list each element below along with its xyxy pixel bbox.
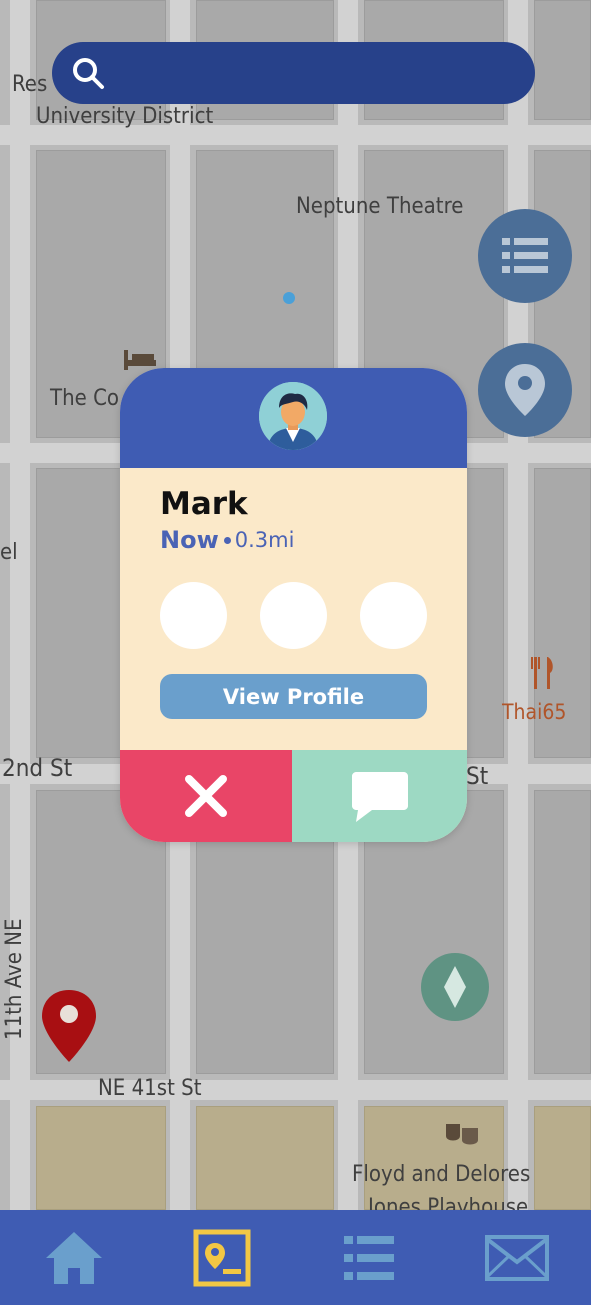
map-block xyxy=(534,1106,591,1210)
status-dot xyxy=(223,536,231,544)
home-icon xyxy=(45,1231,102,1284)
map-profile-icon xyxy=(193,1229,251,1286)
view-profile-button[interactable]: View Profile xyxy=(160,674,427,719)
map-label: Res xyxy=(12,72,48,97)
map-label: NE 41st St xyxy=(98,1076,202,1101)
card-body: Mark Now 0.3mi View Profile xyxy=(120,468,467,719)
card-header xyxy=(120,368,467,468)
map-label: St xyxy=(466,762,489,790)
map-block xyxy=(36,1106,166,1210)
map-block xyxy=(534,790,591,1074)
mail-icon xyxy=(485,1234,550,1281)
interest-circle[interactable] xyxy=(160,582,227,649)
avatar[interactable] xyxy=(259,382,327,450)
map-block xyxy=(534,0,591,120)
avatar-person-icon xyxy=(259,382,327,450)
nav-messages[interactable] xyxy=(482,1223,552,1293)
bottom-nav xyxy=(0,1210,591,1305)
nav-map[interactable] xyxy=(187,1223,257,1293)
location-pin-icon xyxy=(505,364,545,416)
map-label: The Co xyxy=(50,386,120,411)
status-line: Now 0.3mi xyxy=(160,526,427,554)
map-label: Thai65 xyxy=(502,700,567,724)
map-block xyxy=(196,1106,334,1210)
restaurant-icon xyxy=(531,657,553,689)
list-icon xyxy=(344,1235,395,1280)
user-card: Mark Now 0.3mi View Profile xyxy=(120,368,467,842)
map-label: 11th Ave NE xyxy=(2,918,27,1041)
interest-circle[interactable] xyxy=(260,582,327,649)
my-location-button[interactable] xyxy=(478,343,572,437)
user-name: Mark xyxy=(160,486,248,522)
theatre-icon xyxy=(446,1124,478,1145)
close-icon xyxy=(185,775,227,817)
map-label: 2nd St xyxy=(2,754,73,782)
list-view-button[interactable] xyxy=(478,209,572,303)
map-label: Floyd and Delores xyxy=(352,1162,531,1187)
map-label: University District xyxy=(36,104,214,129)
map-street xyxy=(0,1080,591,1100)
distance-text: 0.3mi xyxy=(234,528,295,552)
list-icon xyxy=(502,238,548,273)
map-label: Neptune Theatre xyxy=(296,194,464,219)
nav-list[interactable] xyxy=(334,1223,404,1293)
search-bar[interactable] xyxy=(52,42,535,104)
status-now: Now xyxy=(160,526,219,554)
message-button[interactable] xyxy=(292,750,467,842)
nav-home[interactable] xyxy=(39,1223,109,1293)
search-input[interactable] xyxy=(118,61,498,85)
card-actions xyxy=(120,750,467,842)
interest-circle[interactable] xyxy=(360,582,427,649)
red-map-pin-icon[interactable] xyxy=(40,988,98,1064)
map-dot-icon xyxy=(283,292,295,304)
map-label: el xyxy=(0,540,18,565)
search-icon xyxy=(73,58,104,89)
map-street xyxy=(508,0,528,1210)
chat-bubble-icon xyxy=(351,772,408,822)
map-label: Jones Playhouse xyxy=(368,1195,529,1210)
dismiss-button[interactable] xyxy=(120,750,292,842)
place-marker-icon[interactable] xyxy=(420,952,490,1022)
interest-circles xyxy=(160,582,427,649)
